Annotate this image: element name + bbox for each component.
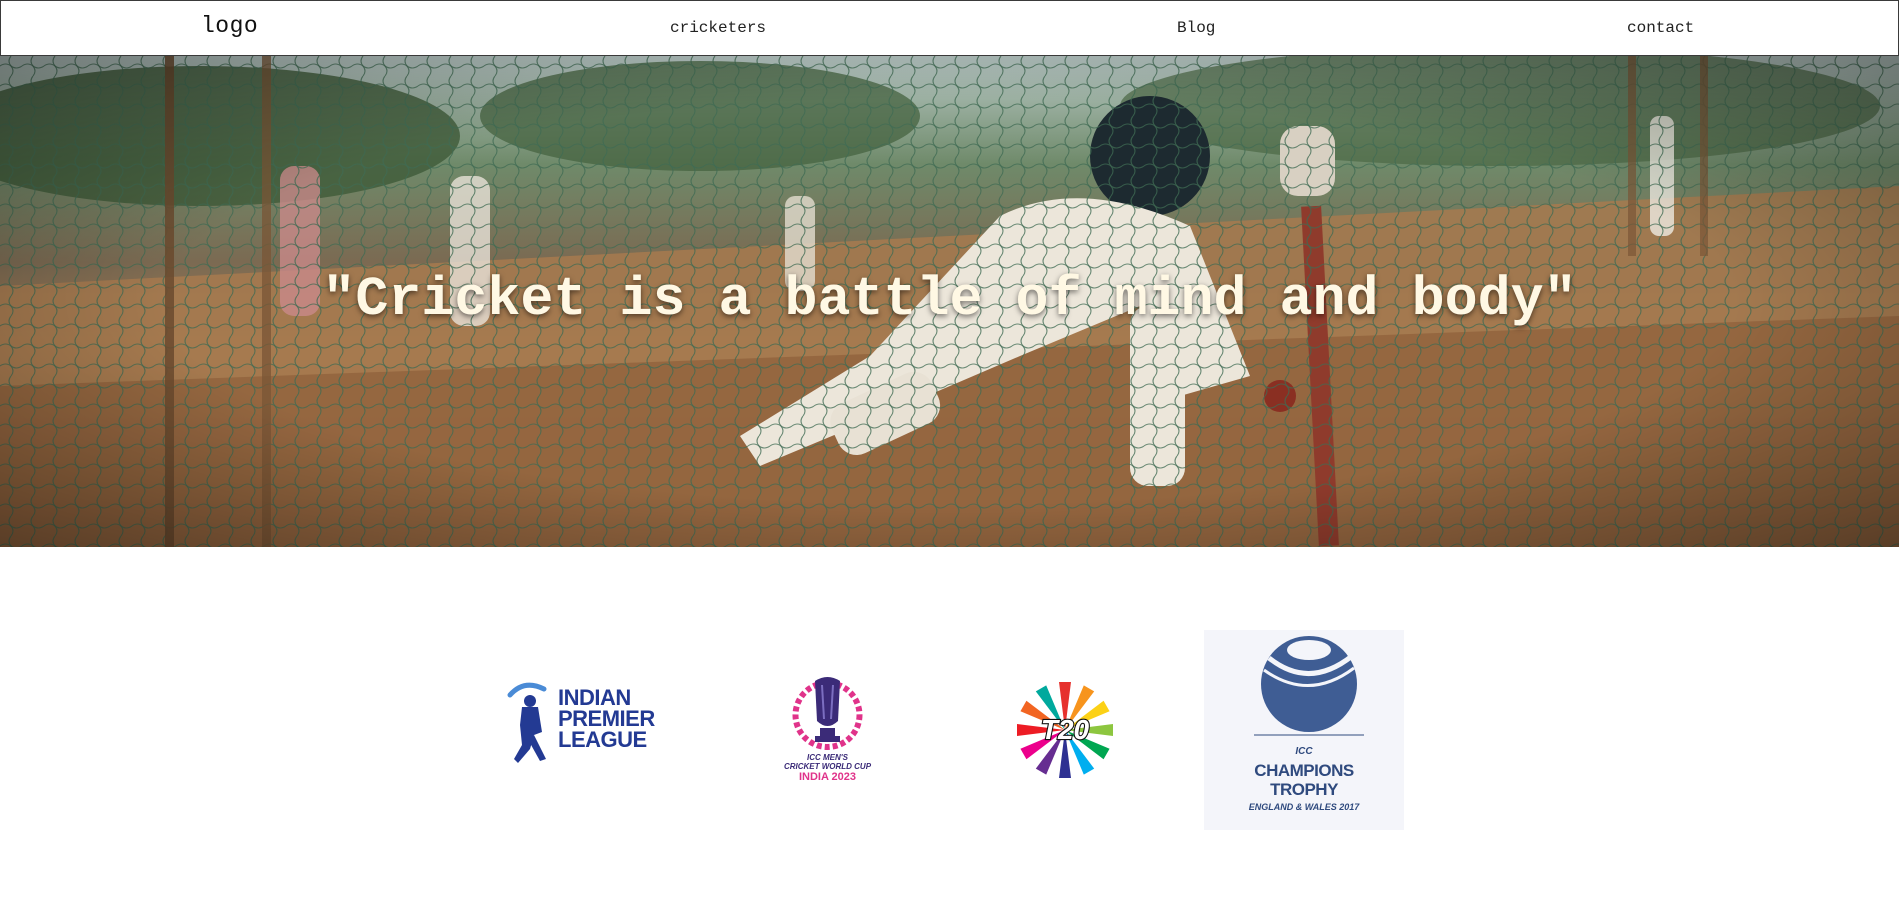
- world-cup-trophy-icon: [792, 677, 863, 750]
- ipl-wordmark: INDIAN PREMIER LEAGUE: [558, 685, 655, 752]
- champions-trophy-logo[interactable]: ICC CHAMPIONS TROPHY ENGLAND & WALES 201…: [1204, 630, 1404, 830]
- t20-burst-icon: T20: [1017, 682, 1113, 778]
- t20-logo[interactable]: T20: [1015, 680, 1115, 780]
- site-logo[interactable]: logo: [201, 13, 258, 39]
- ct-line-1: CHAMPIONS: [1254, 761, 1354, 780]
- ct-icc-label: ICC: [1295, 746, 1313, 757]
- world-cup-logo[interactable]: ICC MEN'S CRICKET WORLD CUP INDIA 2023: [780, 673, 875, 783]
- t20-text: T20: [1041, 714, 1090, 745]
- ipl-line-2: PREMIER: [558, 706, 655, 731]
- wc-line-3: INDIA 2023: [798, 771, 857, 783]
- ct-line-2: TROPHY: [1270, 780, 1338, 799]
- tournament-logos: INDIAN PREMIER LEAGUE ICC MEN'S CRICKET …: [0, 547, 1899, 911]
- hero-quote: "Cricket is a battle of mind and body": [322, 268, 1577, 331]
- nav-link-contact[interactable]: contact: [1627, 19, 1694, 37]
- wc-line-1: ICC MEN'S: [806, 753, 848, 762]
- nav-link-blog[interactable]: Blog: [1177, 19, 1215, 37]
- nav-link-cricketers[interactable]: cricketers: [670, 19, 766, 37]
- ipl-logo[interactable]: INDIAN PREMIER LEAGUE: [500, 677, 675, 777]
- champions-trophy-ball-icon: [1254, 636, 1364, 736]
- wc-line-2: CRICKET WORLD CUP: [783, 762, 872, 771]
- ipl-line-3: LEAGUE: [558, 727, 647, 752]
- ipl-batsman-icon: [507, 682, 547, 763]
- ipl-line-1: INDIAN: [558, 685, 631, 710]
- hero-banner: "Cricket is a battle of mind and body": [0, 56, 1899, 547]
- navbar: logo cricketers Blog contact: [0, 0, 1899, 56]
- ct-line-3: ENGLAND & WALES 2017: [1248, 802, 1360, 812]
